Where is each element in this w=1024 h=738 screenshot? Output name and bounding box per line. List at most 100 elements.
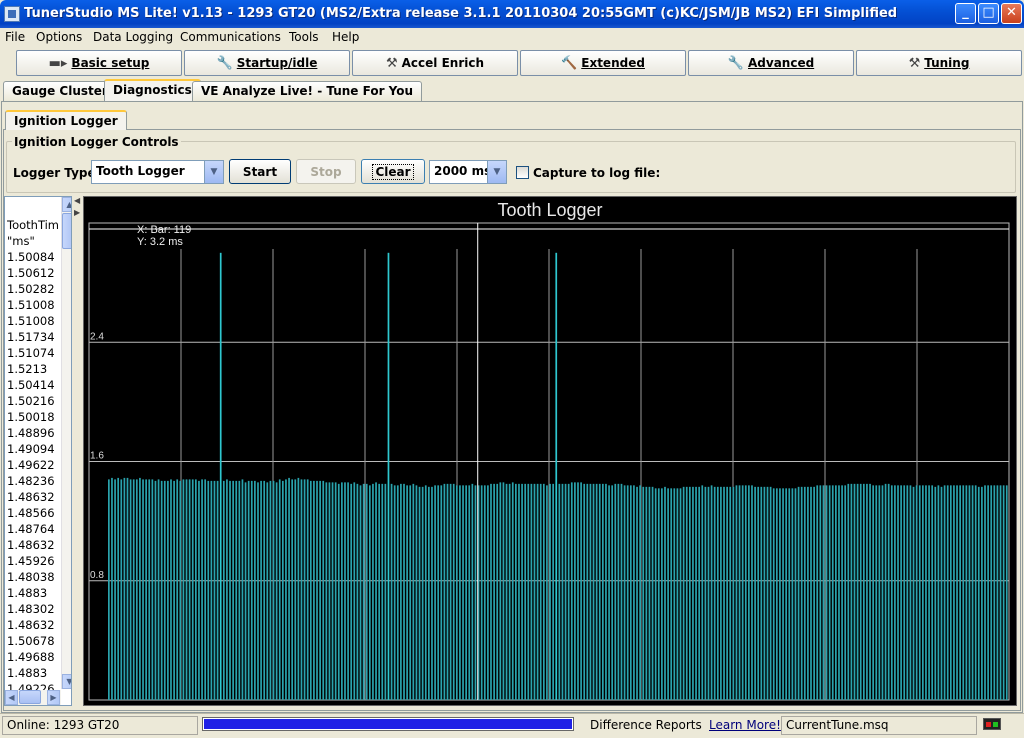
vertical-scrollbar[interactable]: ▲ ▼	[61, 197, 71, 689]
tooth-bar	[328, 482, 331, 700]
tab-gauge-cluster[interactable]: Gauge Cluster	[3, 81, 117, 101]
scroll-down-icon[interactable]: ▼	[62, 674, 71, 689]
tooth-bar	[148, 479, 151, 700]
collapse-left-icon[interactable]: ◀	[74, 196, 80, 205]
tooth-bar	[971, 485, 974, 700]
startup-idle-button[interactable]: 🔧 Startup/idle	[184, 50, 350, 76]
missing-tooth-bar	[387, 252, 390, 700]
expand-right-icon[interactable]: ▶	[74, 208, 80, 217]
tooth-bar	[440, 485, 443, 700]
tooth-logger-chart[interactable]: Tooth Logger 2.4 1.6 0.8 X: Bar: 119 Y: 3.2 m…	[83, 196, 1017, 706]
tooth-bar	[981, 486, 983, 700]
split-divider[interactable]: ◀ ▶	[73, 196, 82, 706]
tooth-bar	[297, 477, 300, 700]
y-tick-label: 0.8	[90, 570, 104, 581]
tooth-bar	[281, 480, 284, 700]
tooth-bar	[897, 485, 899, 700]
tooth-bar	[114, 479, 116, 700]
duration-select[interactable]: 2000 ms ▼	[429, 160, 507, 184]
scroll-left-icon[interactable]: ◀	[5, 690, 18, 705]
progress-bar	[202, 717, 574, 731]
advanced-button[interactable]: 🔧 Advanced	[688, 50, 854, 76]
tab-diagnostics[interactable]: Diagnostics	[104, 79, 201, 101]
tooth-bar	[937, 485, 940, 700]
learn-more-link[interactable]: Learn More!	[709, 718, 781, 732]
tooth-bar	[993, 485, 996, 700]
window-title: TunerStudio MS Lite! v1.13 - 1293 GT20 (…	[24, 6, 898, 21]
tooth-bar	[142, 479, 144, 700]
accel-enrich-label: Accel Enrich	[401, 56, 485, 70]
list-item: 1.5213	[7, 362, 48, 376]
tooth-bar	[291, 479, 294, 700]
tooth-bar	[117, 477, 120, 700]
tooth-bar	[384, 483, 387, 700]
tuning-label: Tuning	[924, 56, 970, 70]
tooth-bar	[428, 486, 430, 700]
tooth-bar	[204, 479, 207, 700]
tooth-bar	[763, 486, 766, 700]
list-item: 1.48566	[7, 506, 55, 520]
list-item: "ms"	[7, 234, 35, 248]
tooth-bar	[487, 485, 489, 700]
tooth-bar	[254, 480, 256, 700]
tooth-bar	[782, 488, 784, 700]
list-item: 1.49622	[7, 458, 55, 472]
tooth-bar	[779, 488, 781, 700]
tab-ignition-logger[interactable]: Ignition Logger	[5, 110, 127, 130]
scroll-right-icon[interactable]: ▶	[47, 690, 60, 705]
tooth-bar	[490, 483, 492, 700]
tooth-bar	[191, 479, 194, 700]
list-item: 1.45926	[7, 554, 55, 568]
tooth-bar	[316, 480, 318, 700]
tooth-bar	[250, 480, 253, 700]
tooth-bar	[378, 483, 381, 700]
stop-button[interactable]: Stop	[296, 159, 356, 184]
tooth-bar	[474, 485, 477, 700]
tab-ve-analyze[interactable]: VE Analyze Live! - Tune For You	[192, 81, 423, 101]
minimize-button[interactable]: _	[955, 3, 976, 24]
list-item: 1.48632	[7, 618, 55, 632]
tooth-bar	[931, 485, 934, 700]
tooth-bar	[331, 482, 334, 700]
list-item: 1.51734	[7, 330, 55, 344]
tooth-bar	[313, 480, 315, 700]
tooth-bar	[838, 485, 840, 700]
menu-options[interactable]: Options	[36, 30, 82, 44]
logger-type-select[interactable]: Tooth Logger ▼	[91, 160, 224, 184]
horizontal-scrollbar[interactable]: ◀ ▶	[5, 690, 61, 705]
close-button[interactable]: ✕	[1001, 3, 1022, 24]
clear-button[interactable]: Clear	[361, 159, 425, 184]
menu-file[interactable]: File	[5, 30, 25, 44]
accel-enrich-button[interactable]: ⚒ Accel Enrich	[352, 50, 518, 76]
menu-help[interactable]: Help	[332, 30, 359, 44]
tooth-bar	[216, 480, 219, 700]
extended-button[interactable]: 🔨 Extended	[520, 50, 686, 76]
tooth-bar	[499, 482, 502, 700]
basic-setup-button[interactable]: ▬▸ Basic setup	[16, 50, 182, 76]
tooth-bar	[977, 486, 980, 700]
hscroll-thumb[interactable]	[19, 690, 41, 704]
tooth-bar	[819, 485, 822, 700]
tooth-bar	[515, 483, 517, 700]
tooth-bar	[925, 485, 927, 700]
list-item: 1.48302	[7, 602, 55, 616]
tooth-bar	[508, 483, 511, 700]
maximize-button[interactable]: □	[978, 3, 999, 24]
menu-data-logging[interactable]: Data Logging	[93, 30, 173, 44]
menu-communications[interactable]: Communications	[180, 30, 281, 44]
list-item: 1.51008	[7, 314, 55, 328]
scroll-up-icon[interactable]: ▲	[62, 197, 71, 212]
tooth-bar	[521, 483, 523, 700]
start-button[interactable]: Start	[229, 159, 291, 184]
scroll-thumb[interactable]	[62, 213, 71, 249]
tooth-bar	[912, 486, 915, 700]
capture-checkbox[interactable]	[516, 166, 529, 179]
tooth-bar	[605, 483, 607, 700]
tooth-bar	[185, 479, 188, 700]
menu-tools[interactable]: Tools	[289, 30, 319, 44]
tooth-bar	[465, 485, 468, 700]
tuning-button[interactable]: ⚒ Tuning	[856, 50, 1022, 76]
list-item: 1.48764	[7, 522, 55, 536]
tooth-bar	[878, 485, 881, 700]
tooth-time-list[interactable]: ToothTim "ms" 1.50084 1.50612 1.50282 1.51008…	[4, 196, 72, 706]
